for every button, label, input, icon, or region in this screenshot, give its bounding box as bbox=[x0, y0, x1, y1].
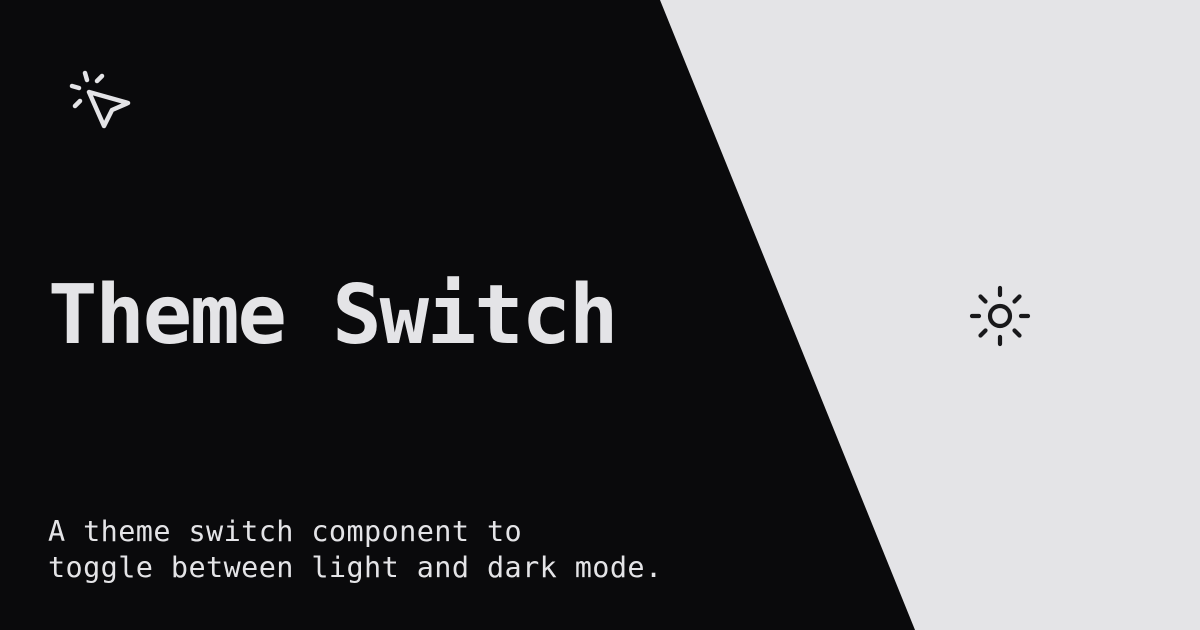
sun-icon bbox=[969, 285, 1031, 347]
page-title: Theme Switch bbox=[48, 268, 618, 363]
description-line-1: A theme switch component to bbox=[48, 515, 523, 548]
theme-toggle-button[interactable] bbox=[966, 282, 1034, 350]
description: A theme switch component to toggle betwe… bbox=[48, 514, 663, 586]
og-card: Theme Switch A theme switch component to… bbox=[0, 0, 1200, 630]
cursor-click-icon bbox=[66, 68, 134, 136]
description-line-2: toggle between light and dark mode. bbox=[48, 551, 663, 584]
